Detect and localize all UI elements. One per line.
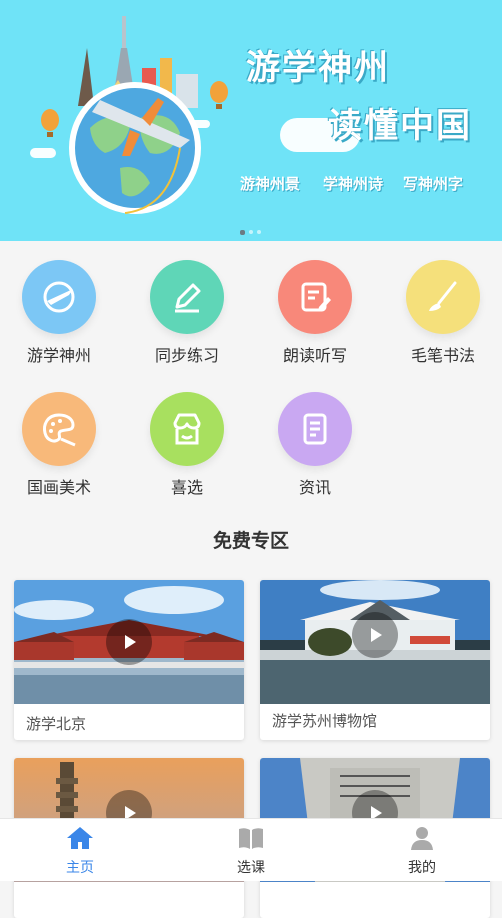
menu-item-label: 喜选 bbox=[170, 478, 203, 497]
plane-globe-icon bbox=[22, 260, 96, 334]
course-card[interactable]: 游学苏州博物馆 bbox=[260, 580, 490, 740]
banner-title-line2: 读懂中国 bbox=[328, 106, 472, 146]
tab-label: 我的 bbox=[408, 860, 436, 876]
menu-item-label: 毛笔书法 bbox=[410, 346, 475, 365]
play-button[interactable] bbox=[106, 619, 152, 665]
menu-item-label: 朗读听写 bbox=[282, 346, 347, 365]
pencil-icon bbox=[150, 260, 224, 334]
menu-item-youxue[interactable]: 游学神州 bbox=[9, 260, 109, 366]
menu-item-label: 资讯 bbox=[298, 478, 331, 497]
menu-item-label: 国画美术 bbox=[26, 478, 91, 497]
carousel-dot[interactable] bbox=[249, 230, 253, 234]
play-button[interactable] bbox=[352, 612, 398, 658]
menu-item-langdu[interactable]: 朗读听写 bbox=[265, 260, 365, 366]
note-edit-icon bbox=[278, 260, 352, 334]
feature-menu-grid: 游学神州 同步练习 朗读听写 毛笔书法 国画美术 喜选 资讯 bbox=[0, 241, 502, 516]
banner-carousel[interactable]: 游学神州 读懂中国 游神州景 学神州诗 写神州字 bbox=[0, 0, 502, 241]
tab-courses[interactable]: 选课 bbox=[201, 825, 301, 877]
menu-item-zixun[interactable]: 资讯 bbox=[265, 392, 365, 498]
brush-icon bbox=[406, 260, 480, 334]
banner-title-line1: 游学神州 bbox=[246, 48, 390, 88]
palette-icon bbox=[22, 392, 96, 466]
menu-item-guohua[interactable]: 国画美术 bbox=[9, 392, 109, 498]
tab-mine[interactable]: 我的 bbox=[372, 825, 472, 877]
menu-item-maobi[interactable]: 毛笔书法 bbox=[393, 260, 493, 366]
tab-label: 选课 bbox=[237, 860, 265, 876]
menu-item-label: 同步练习 bbox=[154, 346, 219, 365]
shop-icon bbox=[150, 392, 224, 466]
course-title: 游学北京 bbox=[26, 715, 87, 733]
carousel-dot[interactable] bbox=[257, 230, 261, 234]
menu-item-tongbu[interactable]: 同步练习 bbox=[137, 260, 237, 366]
carousel-dot-active[interactable] bbox=[240, 230, 245, 235]
section-title-free: 免费专区 bbox=[212, 530, 289, 552]
user-icon bbox=[411, 827, 433, 850]
play-icon bbox=[371, 628, 382, 642]
document-icon bbox=[278, 392, 352, 466]
banner-subtitle-1: 游神州景 bbox=[240, 175, 301, 193]
book-icon bbox=[239, 828, 263, 849]
menu-item-label: 游学神州 bbox=[26, 346, 91, 365]
home-icon bbox=[67, 827, 93, 849]
play-icon bbox=[125, 635, 136, 649]
banner-subtitle-3: 写神州字 bbox=[403, 175, 464, 193]
carousel-indicator[interactable] bbox=[240, 230, 261, 235]
course-card[interactable]: 游学北京 bbox=[14, 580, 244, 740]
menu-item-xixuan[interactable]: 喜选 bbox=[137, 392, 237, 498]
tab-home[interactable]: 主页 bbox=[30, 825, 130, 877]
bottom-tab-bar: 主页 选课 我的 bbox=[0, 818, 502, 881]
globe-landmarks-illustration bbox=[41, 16, 228, 214]
course-title: 游学苏州博物馆 bbox=[272, 712, 378, 730]
banner-subtitle-2: 学神州诗 bbox=[323, 175, 384, 193]
tab-label: 主页 bbox=[66, 860, 94, 876]
